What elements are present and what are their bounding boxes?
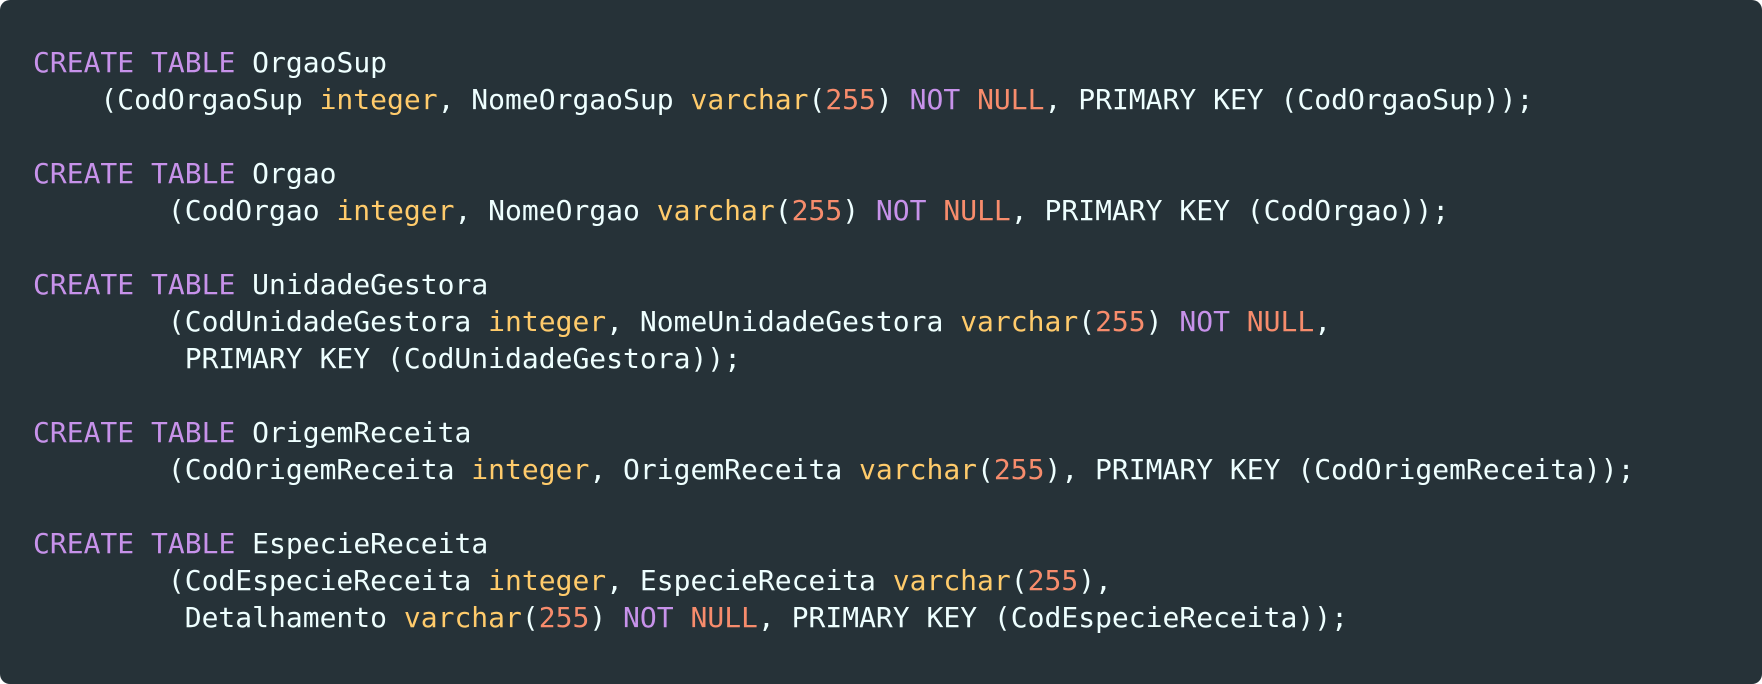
code-line: CREATE TABLE OrigemReceita: [33, 414, 1762, 451]
sql-text: (: [1078, 305, 1096, 338]
sql-text: , NomeOrgao: [454, 194, 657, 227]
sql-keyword: TABLE: [151, 416, 236, 449]
sql-number: 255: [1027, 564, 1079, 597]
sql-text: (: [1010, 564, 1028, 597]
sql-keyword: CREATE: [33, 527, 135, 560]
sql-keyword: NOT: [1179, 305, 1230, 338]
sql-text: ): [589, 601, 624, 634]
sql-text: Orgao: [235, 157, 337, 190]
sql-text: , PRIMARY KEY (CodOrgao));: [1010, 194, 1450, 227]
sql-type: varchar: [690, 83, 809, 116]
code-line: CREATE TABLE UnidadeGestora: [33, 266, 1762, 303]
code-line: CREATE TABLE Orgao: [33, 155, 1762, 192]
sql-keyword: NOT: [875, 194, 927, 227]
sql-text: (CodOrigemReceita: [33, 453, 472, 486]
sql-keyword: CREATE: [33, 46, 135, 79]
sql-text: Detalhamento: [33, 601, 404, 634]
sql-text: , NomeOrgaoSup: [437, 83, 691, 116]
sql-text: OrigemReceita: [235, 416, 472, 449]
code-line: Detalhamento varchar(255) NOT NULL, PRIM…: [33, 599, 1762, 636]
sql-text: (CodUnidadeGestora: [33, 305, 489, 338]
sql-keyword: CREATE: [33, 416, 135, 449]
code-line: (CodUnidadeGestora integer, NomeUnidadeG…: [33, 303, 1762, 340]
sql-type: varchar: [859, 453, 978, 486]
sql-text: , PRIMARY KEY (CodOrgaoSup));: [1044, 83, 1534, 116]
code-line: (CodOrgaoSup integer, NomeOrgaoSup varch…: [33, 81, 1762, 118]
sql-number: 255: [825, 83, 876, 116]
code-line: (CodOrigemReceita integer, OrigemReceita…: [33, 451, 1762, 488]
sql-keyword: NOT: [623, 601, 674, 634]
code-block[interactable]: CREATE TABLE OrgaoSup (CodOrgaoSup integ…: [0, 0, 1762, 684]
sql-type: integer: [336, 194, 455, 227]
sql-keyword: TABLE: [151, 46, 236, 79]
sql-text: OrgaoSup: [235, 46, 388, 79]
code-line: PRIMARY KEY (CodUnidadeGestora));: [33, 340, 1762, 377]
sql-text: ), PRIMARY KEY (CodOrigemReceita));: [1044, 453, 1635, 486]
sql-number: 255: [993, 453, 1045, 486]
sql-text: (: [977, 453, 994, 486]
sql-keyword: TABLE: [151, 157, 236, 190]
sql-type: varchar: [892, 564, 1011, 597]
sql-number: 255: [538, 601, 590, 634]
sql-type: integer: [488, 305, 607, 338]
sql-null: NULL: [1246, 305, 1315, 338]
sql-null: NULL: [690, 601, 758, 634]
sql-number: 255: [1095, 305, 1146, 338]
sql-type: integer: [471, 453, 590, 486]
sql-null: NULL: [943, 194, 1011, 227]
code-line: CREATE TABLE OrgaoSup: [33, 44, 1762, 81]
sql-text: , OrigemReceita: [589, 453, 860, 486]
code-line: (CodEspecieReceita integer, EspecieRecei…: [33, 562, 1762, 599]
sql-text: ),: [1078, 564, 1112, 597]
sql-type: varchar: [656, 194, 775, 227]
sql-text: ,: [1314, 305, 1332, 338]
sql-keyword: CREATE: [33, 157, 135, 190]
sql-type: integer: [319, 83, 438, 116]
sql-text: , EspecieReceita: [606, 564, 893, 597]
sql-text: EspecieReceita: [235, 527, 489, 560]
sql-keyword: TABLE: [151, 527, 236, 560]
sql-text: (CodOrgao: [33, 194, 337, 227]
sql-keyword: TABLE: [151, 268, 236, 301]
sql-text: (: [808, 83, 826, 116]
sql-text: (: [521, 601, 539, 634]
sql-text: (CodOrgaoSup: [33, 83, 320, 116]
sql-keyword: NOT: [909, 83, 961, 116]
sql-keyword: CREATE: [33, 268, 135, 301]
sql-text: PRIMARY KEY (CodUnidadeGestora));: [33, 342, 742, 375]
sql-type: varchar: [960, 305, 1079, 338]
sql-text: (: [774, 194, 792, 227]
sql-text: ): [1145, 305, 1180, 338]
sql-text: UnidadeGestora: [235, 268, 489, 301]
code-line: (CodOrgao integer, NomeOrgao varchar(255…: [33, 192, 1762, 229]
sql-text: (CodEspecieReceita: [33, 564, 489, 597]
sql-type: varchar: [403, 601, 522, 634]
sql-text: , PRIMARY KEY (CodEspecieReceita));: [757, 601, 1348, 634]
sql-null: NULL: [977, 83, 1045, 116]
sql-text: , NomeUnidadeGestora: [606, 305, 961, 338]
code-line: CREATE TABLE EspecieReceita: [33, 525, 1762, 562]
sql-text: ): [842, 194, 876, 227]
sql-type: integer: [488, 564, 607, 597]
sql-number: 255: [791, 194, 843, 227]
sql-text: ): [875, 83, 910, 116]
